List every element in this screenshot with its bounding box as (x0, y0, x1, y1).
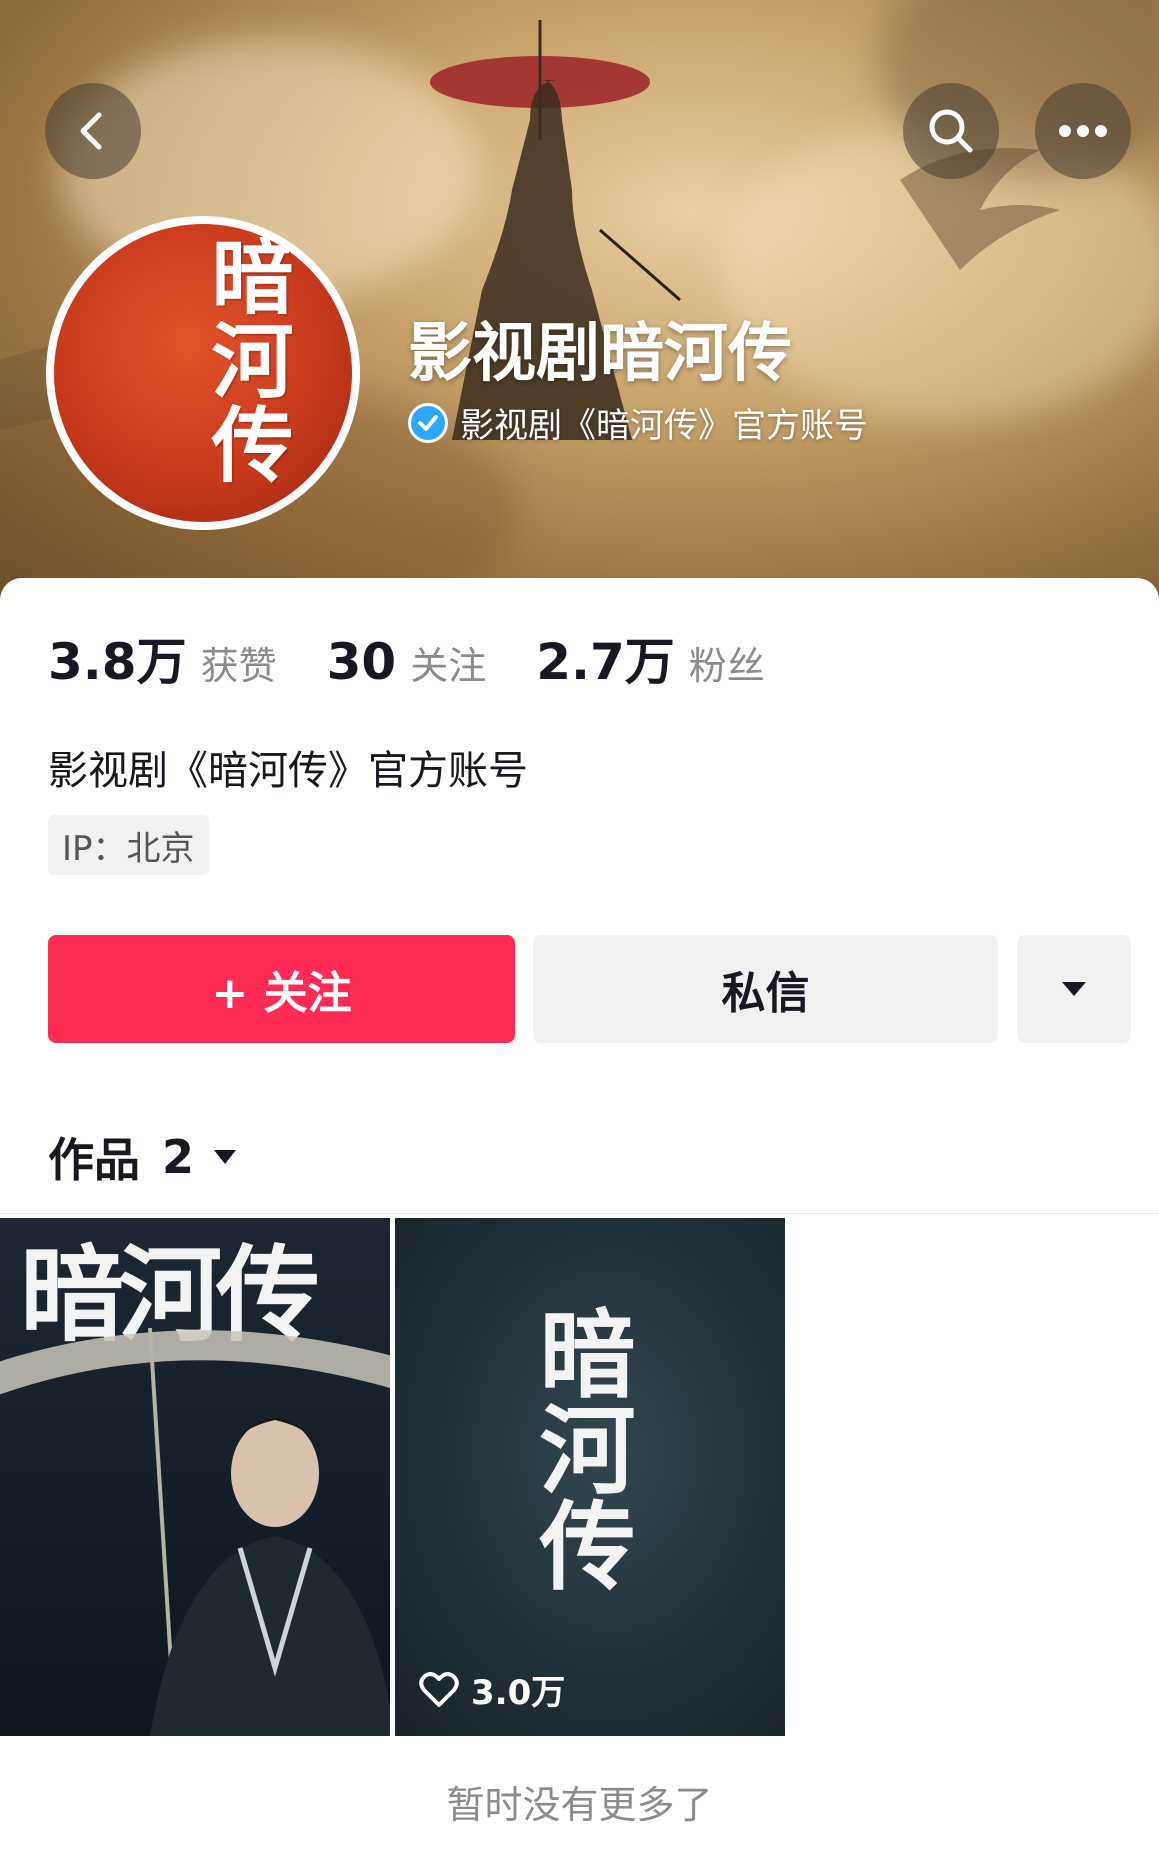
heart-icon (419, 1671, 459, 1707)
search-icon (929, 109, 973, 153)
caret-down-icon (214, 1150, 237, 1164)
no-more-text: 暂时没有更多了 (446, 1783, 713, 1827)
works-count: 2 (162, 1130, 195, 1184)
back-button[interactable] (45, 83, 141, 179)
avatar-title: 暗河传 (197, 234, 293, 486)
stat-likes-value[interactable]: 3.8万 (48, 622, 187, 694)
stat-followers-value[interactable]: 2.7万 (536, 622, 675, 694)
search-button[interactable] (903, 83, 999, 179)
more-horizontal-icon (1059, 125, 1107, 137)
stat-following-value[interactable]: 30 (327, 633, 397, 691)
video-likes-count: 3.0万 (471, 1673, 566, 1713)
video-tile[interactable]: 暗河传 3.0万 (395, 1218, 785, 1736)
video-tile[interactable]: 暗河传 (0, 1218, 390, 1736)
avatar[interactable]: 暗河传 (54, 224, 352, 522)
more-actions-button[interactable] (1017, 935, 1131, 1043)
stat-likes-label[interactable]: 获赞 (201, 635, 277, 690)
message-button[interactable]: 私信 (533, 935, 998, 1043)
profile-bio: 影视剧《暗河传》官方账号 (48, 748, 528, 794)
stat-following-label[interactable]: 关注 (410, 635, 486, 690)
verified-check-icon (408, 402, 448, 443)
stats-row: 3.8万 获赞 30 关注 2.7万 粉丝 (48, 622, 815, 694)
profile-name: 影视剧暗河传 (408, 317, 792, 391)
poster-artwork (0, 1327, 390, 1736)
verification-row: 影视剧《暗河传》官方账号 (408, 398, 868, 447)
works-tab[interactable]: 作品 2 (48, 1124, 238, 1190)
caret-down-icon (1062, 982, 1086, 996)
stat-followers-label[interactable]: 粉丝 (689, 635, 765, 690)
more-button[interactable] (1035, 83, 1131, 179)
ip-location-tag: IP：北京 (48, 815, 209, 875)
follow-button[interactable]: + 关注 (48, 935, 515, 1043)
verified-text: 影视剧《暗河传》官方账号 (460, 406, 868, 446)
chevron-left-icon (80, 112, 102, 150)
divider (0, 1213, 1159, 1214)
works-tab-label: 作品 (48, 1133, 140, 1187)
poster-title: 暗河传 (523, 1304, 636, 1592)
video-likes: 3.0万 (419, 1665, 565, 1714)
